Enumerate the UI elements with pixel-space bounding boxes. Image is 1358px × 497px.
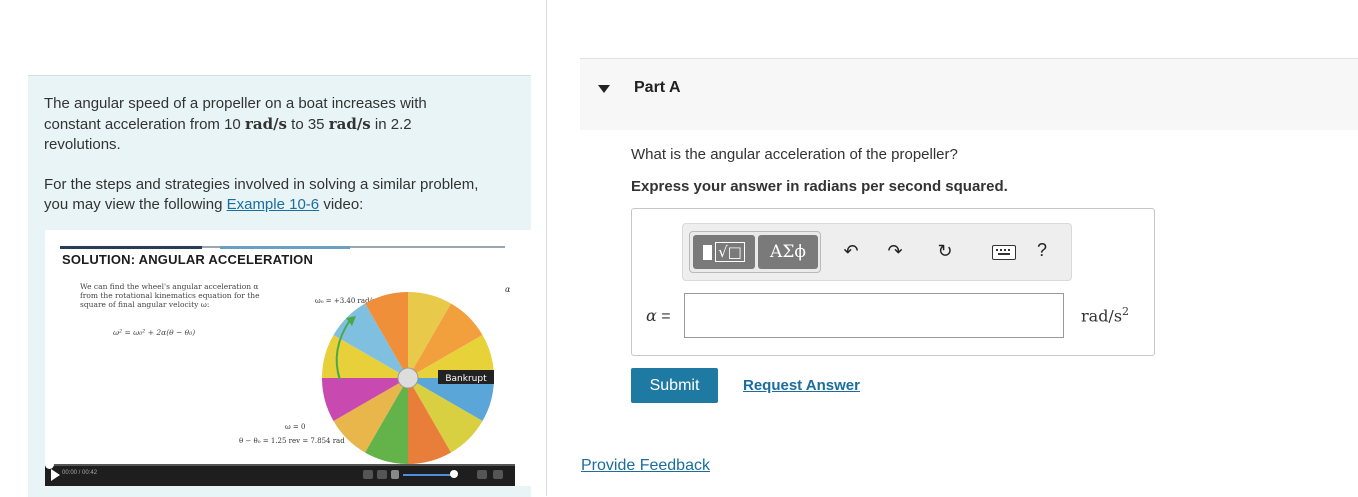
video-intro-suffix: video:	[319, 196, 364, 213]
toolbar-button-group: √□ ΑΣϕ	[689, 231, 821, 273]
unit-exponent: 2	[1122, 305, 1130, 318]
unit-rad-s: rad/s	[328, 115, 371, 133]
fullscreen-icon[interactable]	[493, 470, 503, 479]
submit-button[interactable]: Submit	[631, 368, 718, 403]
radical-icon: √□	[715, 242, 745, 262]
video-player[interactable]: SOLUTION: ANGULAR ACCELERATION We can fi…	[45, 230, 542, 486]
templates-icon	[703, 244, 713, 260]
column-divider	[546, 0, 547, 496]
slide-header-rule	[60, 246, 505, 249]
settings-icon[interactable]	[477, 470, 487, 479]
slide-omega-final: ω = 0	[285, 423, 306, 431]
help-icon[interactable]: ?	[1037, 240, 1047, 261]
reset-icon[interactable]: ↻	[935, 241, 955, 261]
answer-panel: √□ ΑΣϕ ↶ ↷ ↻ ? α = rad/s2	[631, 208, 1155, 356]
video-border	[515, 230, 542, 486]
collapse-caret-icon[interactable]	[598, 85, 610, 93]
redo-icon[interactable]: ↷	[885, 241, 905, 261]
unit-text: rad/s	[1081, 306, 1123, 326]
slide-title: SOLUTION: ANGULAR ACCELERATION	[62, 252, 314, 267]
problem-text-segment: to 35	[287, 116, 329, 133]
math-toolbar: √□ ΑΣϕ ↶ ↷ ↻ ?	[682, 223, 1072, 281]
wheel-bankrupt-label: Bankrupt	[445, 374, 487, 384]
request-answer-link[interactable]: Request Answer	[743, 377, 860, 394]
prize-wheel-illustration: Bankrupt α	[322, 285, 510, 464]
problem-statement-panel: The angular speed of a propeller on a bo…	[28, 75, 542, 497]
video-intro-paragraph: For the steps and strategies involved in…	[44, 175, 484, 215]
templates-button[interactable]: √□	[693, 235, 755, 269]
video-controls: 00:00 / 00:42	[45, 460, 515, 486]
captions-icon[interactable]	[377, 470, 387, 479]
provide-feedback-link[interactable]: Provide Feedback	[581, 457, 710, 475]
answer-input[interactable]	[684, 293, 1064, 338]
volume-slider[interactable]	[403, 474, 453, 476]
keyboard-icon[interactable]	[992, 245, 1016, 260]
volume-icon[interactable]	[391, 470, 399, 479]
symbols-button[interactable]: ΑΣϕ	[758, 235, 818, 269]
variable-symbol: α	[646, 306, 657, 325]
question-text: What is the angular acceleration of the …	[631, 146, 958, 163]
volume-knob[interactable]	[450, 470, 458, 478]
problem-paragraph: The angular speed of a propeller on a bo…	[44, 94, 484, 155]
video-progress-bar[interactable]	[45, 460, 515, 469]
unit-label: rad/s2	[1081, 305, 1129, 325]
equals-sign: =	[656, 308, 671, 325]
progress-handle[interactable]	[45, 460, 54, 469]
part-a-header[interactable]: Part A	[580, 59, 1358, 130]
slide-equation: ω² = ω₀² + 2α(θ − θ₀)	[113, 328, 196, 337]
problem-text: The angular speed of a propeller on a bo…	[44, 94, 484, 235]
unit-rad-s: rad/s	[244, 115, 287, 133]
slide-description: We can find the wheel's angular accelera…	[80, 282, 260, 309]
undo-icon[interactable]: ↶	[841, 241, 861, 261]
wheel-alpha-label: α	[505, 285, 510, 294]
example-video-link[interactable]: Example 10-6	[227, 196, 320, 213]
answer-instruction: Express your answer in radians per secon…	[631, 178, 1008, 195]
part-title: Part A	[634, 79, 681, 96]
variable-label: α =	[646, 306, 671, 326]
play-icon[interactable]	[51, 469, 60, 481]
rewind-icon[interactable]	[363, 470, 373, 479]
video-time: 00:00 / 00:42	[62, 470, 98, 476]
